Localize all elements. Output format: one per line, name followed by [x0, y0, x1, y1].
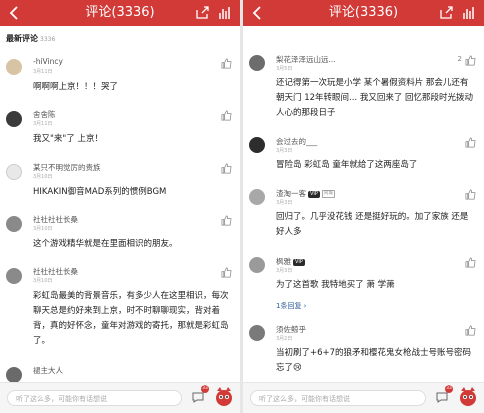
comment-date: 3月11日: [33, 121, 53, 127]
thumb-up-icon[interactable]: [465, 325, 476, 336]
avatar[interactable]: [6, 164, 22, 180]
section-count: 3336: [40, 36, 56, 43]
comment-text: 我又"来"了 上京！: [33, 134, 104, 144]
comment-input-bar: 听了这么多，可能你有话想说 33: [243, 382, 484, 413]
comment-date: 3月2日: [276, 336, 293, 342]
avatar[interactable]: [6, 59, 22, 75]
comment-date: 3月3日: [276, 200, 293, 206]
avatar[interactable]: [249, 189, 265, 205]
thumb-up-icon[interactable]: [465, 189, 476, 200]
comment-text: 还记得第一次玩是小学 某个暑假资料片 那会儿还有朝天门 12年转眼间... 我又…: [276, 78, 474, 118]
thumb-up-icon[interactable]: [221, 267, 232, 278]
comments-screen-right: 评论(3336) 梨花泽泽远山远... 3月5日 2 还记得第一次玩是小学 某个…: [243, 0, 484, 413]
comment-author[interactable]: 社社社社长桑: [33, 266, 78, 277]
comment-author[interactable]: 渣淘一客: [276, 189, 306, 198]
section-header: 最新评论 3336: [6, 33, 55, 44]
comment-author[interactable]: 社社社社长桑: [33, 214, 78, 225]
comment-text: 回归了。几乎没花钱 还是挺好玩的。加了家族 还是好人多: [276, 212, 469, 237]
comment-author[interactable]: 会过去的___: [276, 136, 317, 147]
comment-count-badge: 33: [445, 385, 453, 393]
comment-author[interactable]: 褪主大人: [33, 365, 63, 376]
comment-date: 3月10日: [33, 226, 53, 232]
comments-screen-left: 评论(3336) 最新评论 3336 -hiVincy 3月11日 啊啊啊上京！！…: [0, 0, 240, 413]
thumb-up-icon[interactable]: [465, 137, 476, 148]
vip-badge: VIP: [293, 258, 305, 266]
section-title: 最新评论: [6, 34, 38, 43]
avatar[interactable]: [249, 257, 265, 273]
mascot-icon[interactable]: [213, 385, 235, 409]
comment-author[interactable]: 枫雅: [276, 257, 291, 266]
comment-text: 这个游戏精华就是在里面相识的朋友。: [33, 239, 178, 249]
share-icon[interactable]: [194, 5, 210, 21]
comment-date: 3月3日: [276, 148, 293, 154]
comment-count-badge: 33: [201, 385, 209, 393]
top-bar: 评论(3336): [243, 0, 484, 26]
comment-author-row: 渣淘一客 VIP 同城: [276, 188, 335, 199]
comment-date: 3月10日: [33, 278, 53, 284]
comment-date: 3月11日: [33, 69, 53, 75]
comment-author[interactable]: -hiVincy: [33, 57, 63, 66]
like-count: 2: [457, 55, 462, 63]
comment-author[interactable]: 某只不明觉厉的贵族: [33, 162, 101, 173]
view-replies-link[interactable]: 1条回复 ›: [276, 301, 306, 311]
comment-input-bar: 听了这么多，可能你有话想说 33: [0, 382, 240, 413]
top-bar: 评论(3336): [0, 0, 240, 26]
avatar[interactable]: [6, 216, 22, 232]
vip-badge: VIP: [308, 190, 320, 198]
comment-text: 彩虹岛最美的背景音乐，有多少人在这里相识，每次聊天总是约好来到上京，时不时聊聊现…: [33, 291, 229, 346]
chart-icon[interactable]: [217, 5, 233, 21]
comment-author[interactable]: 梨花泽泽远山远...: [276, 54, 336, 65]
comment-author[interactable]: 舍舍陈: [33, 109, 56, 120]
avatar[interactable]: [249, 325, 265, 341]
comment-text: 啊啊啊上京！！！哭了: [33, 82, 119, 92]
comment-text: 当初刷了+6+7的狼矛和樱花鬼女枪战士号账号密码忘了😢: [276, 348, 472, 373]
comment-date: 3月3日: [276, 268, 293, 274]
comment-input[interactable]: 听了这么多，可能你有话想说: [250, 390, 426, 406]
comment-date: 3月10日: [33, 174, 53, 180]
thumb-up-icon[interactable]: [221, 215, 232, 226]
comment-author[interactable]: 须佐鲸乎: [276, 324, 306, 335]
thumb-up-icon[interactable]: [221, 110, 232, 121]
comment-date: 3月5日: [276, 66, 293, 72]
thumb-up-icon[interactable]: [221, 58, 232, 69]
share-icon[interactable]: [438, 5, 454, 21]
comment-text: HIKAKIN御音MAD系列的惯例BGM: [33, 187, 167, 197]
avatar[interactable]: [249, 137, 265, 153]
city-tag: 同城: [321, 190, 335, 198]
comment-text: 冒险岛 彩虹岛 童年就给了这两座岛了: [276, 160, 418, 170]
chart-icon[interactable]: [461, 5, 477, 21]
comment-author-row: 枫雅 VIP: [276, 256, 305, 267]
mascot-icon[interactable]: [457, 385, 479, 409]
thumb-up-icon[interactable]: [465, 55, 476, 66]
avatar[interactable]: [249, 55, 265, 71]
avatar[interactable]: [6, 367, 22, 383]
comment-text: 为了这首歌 我特地买了 萧 学萧: [276, 280, 395, 290]
thumb-up-icon[interactable]: [221, 163, 232, 174]
avatar[interactable]: [6, 111, 22, 127]
avatar[interactable]: [6, 268, 22, 284]
thumb-up-icon[interactable]: [465, 257, 476, 268]
comment-input[interactable]: 听了这么多，可能你有话想说: [7, 390, 182, 406]
